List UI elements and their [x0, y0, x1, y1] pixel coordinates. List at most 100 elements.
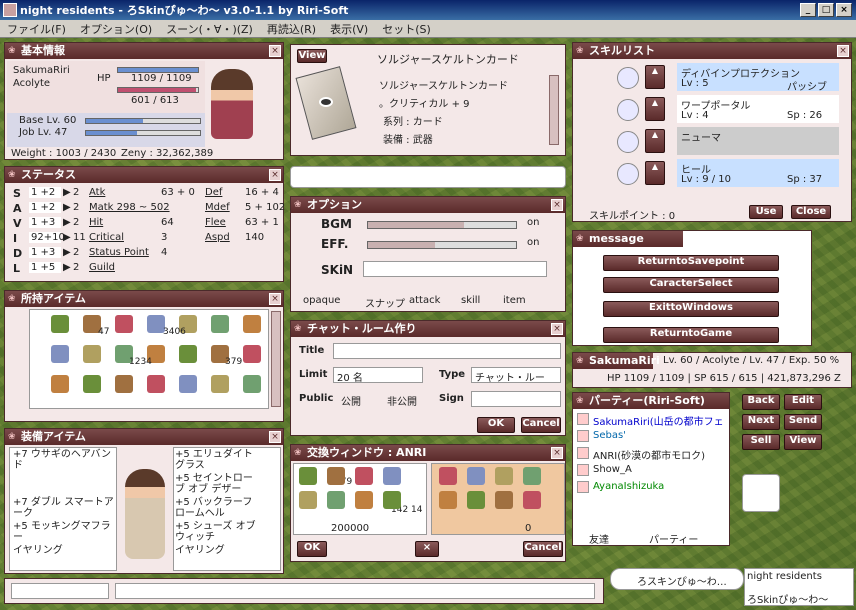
chatroom-title[interactable]: チャット・ルーム作り — [291, 321, 565, 337]
item-slot[interactable] — [243, 315, 261, 333]
menu-option[interactable]: オプション(O) — [73, 21, 159, 37]
party-member[interactable]: AyanaIshizuka — [593, 481, 727, 492]
menu-soon[interactable]: スーン(・∀・)(Z) — [159, 21, 260, 37]
close-icon[interactable]: × — [551, 199, 563, 211]
character-select-button[interactable]: CaracterSelect — [603, 277, 779, 293]
item-slot[interactable] — [83, 375, 101, 393]
opaque-checkbox[interactable]: opaque — [303, 295, 340, 306]
status-title[interactable]: ステータス — [5, 167, 283, 183]
party-member[interactable]: ANRI(砂漠の都市モロク) — [593, 447, 727, 462]
trade-title[interactable]: 交換ウィンドウ : ANRI — [291, 445, 565, 461]
menu-file[interactable]: ファイル(F) — [0, 21, 73, 37]
stat-up-arrow[interactable]: ▶ — [63, 187, 71, 198]
close-icon[interactable]: × — [269, 169, 281, 181]
chat-message-input[interactable] — [115, 583, 595, 599]
close-icon[interactable]: × — [269, 45, 281, 57]
view-button[interactable]: View — [297, 49, 327, 63]
item-slot[interactable] — [147, 375, 165, 393]
bgm-on-checkbox[interactable]: on — [527, 217, 539, 228]
equip-right-slot[interactable]: イヤリング — [175, 545, 259, 556]
equipment-title[interactable]: 装備アイテム — [5, 429, 283, 445]
minimize-button[interactable]: _ — [800, 3, 816, 17]
equip-left-slot[interactable]: イヤリング — [13, 545, 115, 556]
equip-right-slot[interactable]: +5 エリュダイトグラス — [175, 449, 259, 471]
skill-close-button[interactable]: Close — [791, 205, 831, 219]
item-slot[interactable] — [211, 375, 229, 393]
skill-level-up-button[interactable]: ▲ — [645, 161, 665, 185]
item-slot[interactable] — [51, 345, 69, 363]
skill-checkbox[interactable]: skill — [461, 295, 480, 306]
sell-button[interactable]: Sell — [742, 434, 780, 450]
eff-on-checkbox[interactable]: on — [527, 237, 539, 248]
close-icon[interactable]: × — [837, 45, 849, 57]
edit-button[interactable]: Edit — [784, 394, 822, 410]
skill-level-up-button[interactable]: ▲ — [645, 65, 665, 89]
item-slot[interactable] — [51, 375, 69, 393]
skill-level-up-button[interactable]: ▲ — [645, 129, 665, 153]
party-radio[interactable]: パーティー — [649, 531, 698, 546]
item-slot[interactable] — [179, 345, 197, 363]
skill-use-button[interactable]: Use — [749, 205, 783, 219]
inventory-title[interactable]: 所持アイテム — [5, 291, 283, 307]
item-slot[interactable] — [115, 315, 133, 333]
stat-up-arrow[interactable]: ▶ — [63, 247, 71, 258]
exit-windows-button[interactable]: ExittoWindows — [603, 301, 779, 317]
item-slot[interactable] — [179, 375, 197, 393]
maximize-button[interactable]: □ — [818, 3, 834, 17]
chat-title-input[interactable] — [333, 343, 561, 359]
item-slot[interactable] — [211, 315, 229, 333]
item-slot[interactable] — [51, 315, 69, 333]
message-title[interactable]: message — [573, 231, 683, 247]
stat-up-arrow[interactable]: ▶ — [63, 217, 71, 228]
basic-info-title[interactable]: 基本情報 — [5, 43, 283, 59]
friends-radio[interactable]: 友達 — [589, 531, 609, 546]
next-button[interactable]: Next — [742, 414, 780, 430]
party-member[interactable]: Show_A — [593, 464, 727, 475]
trade-ok-button[interactable]: OK — [297, 541, 327, 557]
trade-x-button[interactable]: × — [415, 541, 439, 557]
party-title[interactable]: パーティー(Riri-Soft) — [573, 393, 729, 409]
equip-right-slot[interactable]: +5 バックラーフロームヘル — [175, 497, 259, 519]
equip-left-slot[interactable]: +7 ウサギのヘアバンド — [13, 449, 115, 471]
chat-ok-button[interactable]: OK — [477, 417, 515, 433]
item-slot[interactable] — [243, 375, 261, 393]
skill-row[interactable]: ディバインプロテクション Lv : 5 パッシブ — [677, 63, 839, 93]
view-button[interactable]: View — [784, 434, 822, 450]
back-button[interactable]: Back — [742, 394, 780, 410]
equip-right-slot[interactable]: +5 シューズ オブ ウィッチ — [175, 521, 259, 543]
skill-row[interactable]: ワープポータル Lv : 4 Sp : 26 — [677, 95, 839, 123]
stat-up-arrow[interactable]: ▶ — [63, 262, 71, 273]
skill-row[interactable]: ニューマ — [677, 127, 839, 155]
skin-select[interactable] — [363, 261, 547, 277]
eff-slider[interactable] — [367, 241, 517, 249]
close-button[interactable]: × — [836, 3, 852, 17]
menu-set[interactable]: セット(S) — [375, 21, 438, 37]
item-checkbox[interactable]: item — [503, 295, 526, 306]
party-member[interactable]: Sebas' — [593, 430, 727, 441]
option-title[interactable]: オプション — [291, 197, 565, 213]
private-radio[interactable]: 非公開 — [387, 393, 417, 408]
item-slot[interactable] — [115, 375, 133, 393]
bgm-slider[interactable] — [367, 221, 517, 229]
chat-log-input[interactable] — [11, 583, 109, 599]
stat-up-arrow[interactable]: ▶ — [63, 202, 71, 213]
item-slot[interactable] — [83, 345, 101, 363]
send-button[interactable]: Send — [784, 414, 822, 430]
return-game-button[interactable]: ReturntoGame — [603, 327, 779, 343]
party-member[interactable]: SakumaRiri(山岳の都市フェ — [593, 413, 727, 428]
menu-view[interactable]: 表示(V) — [323, 21, 375, 37]
return-savepoint-button[interactable]: ReturntoSavepoint — [603, 255, 779, 271]
equip-right-slot[interactable]: +5 セイントローブ オブ デザー — [175, 473, 259, 495]
close-icon[interactable]: × — [551, 447, 563, 459]
menu-reload[interactable]: 再読込(R) — [260, 21, 323, 37]
public-radio[interactable]: 公開 — [341, 393, 361, 408]
equip-left-slot[interactable]: +5 モッキングマフラー — [13, 521, 115, 543]
close-icon[interactable]: × — [269, 293, 281, 305]
item-slot[interactable] — [243, 345, 261, 363]
stat-up-arrow[interactable]: ▶ — [63, 232, 71, 243]
close-icon[interactable]: × — [551, 323, 563, 335]
trade-cancel-button[interactable]: Cancel — [523, 541, 563, 557]
close-icon[interactable]: × — [269, 431, 281, 443]
equip-left-slot[interactable]: +7 ダブル スマートアーク — [13, 497, 115, 519]
chat-input-bar[interactable] — [290, 166, 566, 188]
